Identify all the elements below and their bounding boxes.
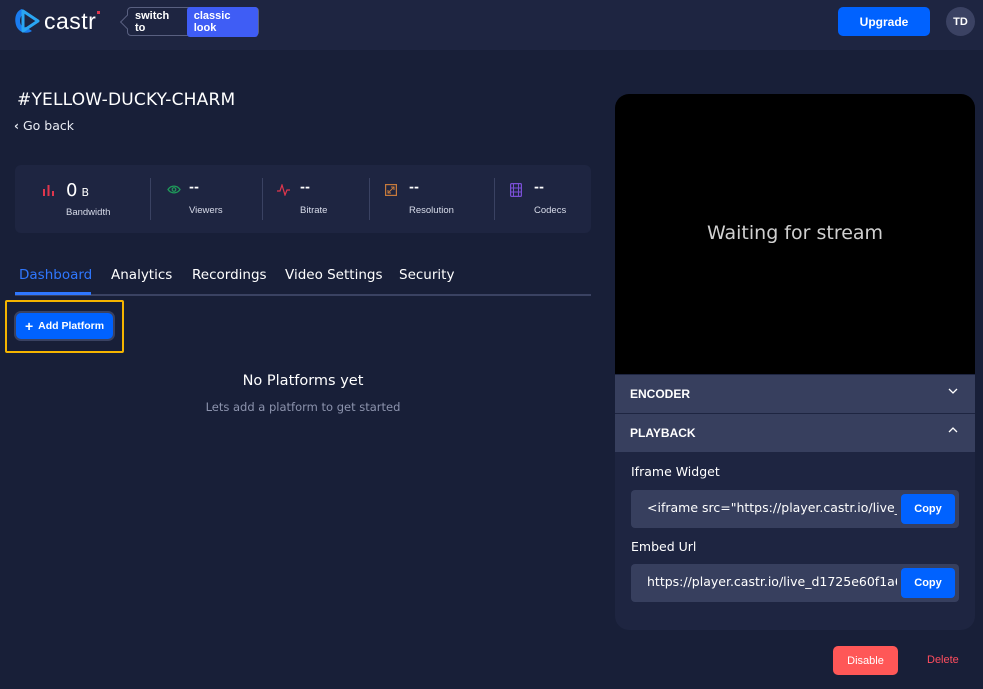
user-avatar[interactable]: TD — [946, 7, 975, 36]
resize-icon — [385, 184, 397, 196]
embed-url-label: Embed Url — [631, 539, 697, 554]
classic-look-button[interactable]: classic look — [186, 6, 258, 37]
stat-value: -- — [189, 180, 199, 194]
stream-title: #YELLOW-DUCKY-CHARM — [17, 90, 236, 110]
iframe-widget-value[interactable]: <iframe src="https://player.castr.io/liv… — [647, 500, 897, 515]
eye-icon — [167, 185, 181, 194]
go-back-label: Go back — [22, 118, 74, 133]
tab-analytics[interactable]: Analytics — [111, 267, 172, 283]
stat-value: -- — [534, 180, 544, 194]
chevron-left-icon: ‹ — [14, 118, 19, 133]
empty-state-subtitle: Lets add a platform to get started — [205, 400, 401, 414]
stat-bitrate: -- Bitrate — [263, 165, 369, 233]
add-platform-label: Add Platform — [38, 320, 105, 332]
brand-name: castr — [44, 7, 97, 34]
tab-security[interactable]: Security — [399, 267, 454, 283]
copy-iframe-button[interactable]: Copy — [901, 494, 955, 524]
stat-resolution: -- Resolution — [370, 165, 494, 233]
embed-url-value[interactable]: https://player.castr.io/live_d1725e60f1a… — [647, 574, 897, 589]
stat-value: -- — [300, 180, 310, 194]
iframe-widget-field[interactable]: <iframe src="https://player.castr.io/liv… — [631, 490, 959, 528]
stat-value: -- — [409, 180, 419, 194]
stat-viewers: -- Viewers — [151, 165, 263, 233]
active-tab-indicator — [15, 292, 91, 295]
switch-look-pill: switch to classic look — [127, 6, 259, 37]
stat-label: Codecs — [534, 205, 567, 216]
switch-label: switch to — [135, 9, 170, 34]
brand-dot — [97, 10, 101, 14]
pulse-icon — [277, 184, 290, 196]
playback-label: PLAYBACK — [630, 426, 696, 440]
encoder-label: ENCODER — [630, 387, 691, 401]
player-panel: Waiting for stream ENCODER PLAYBACK Ifra… — [615, 94, 975, 630]
go-back-link[interactable]: ‹ Go back — [14, 118, 74, 133]
stat-label: Resolution — [409, 205, 454, 216]
stat-value: 0B — [66, 180, 89, 201]
stat-label: Bitrate — [300, 205, 328, 216]
castr-logo-icon — [15, 9, 40, 33]
stream-tabs: Dashboard Analytics Recordings Video Set… — [15, 262, 591, 296]
copy-embed-button[interactable]: Copy — [901, 568, 955, 598]
chevron-down-icon — [948, 388, 958, 394]
bar-chart-icon — [43, 185, 54, 196]
tab-dashboard[interactable]: Dashboard — [19, 267, 92, 283]
video-preview[interactable]: Waiting for stream — [615, 94, 975, 374]
stat-label: Bandwidth — [66, 207, 111, 218]
castr-logo[interactable]: castr — [14, 6, 101, 36]
encoder-accordion[interactable]: ENCODER — [615, 375, 975, 413]
tab-recordings[interactable]: Recordings — [192, 267, 267, 283]
top-bar: castr switch to classic look Upgrade TD — [0, 0, 983, 50]
stat-label: Viewers — [189, 205, 223, 216]
stat-bandwidth: 0B Bandwidth — [15, 165, 150, 233]
embed-url-field[interactable]: https://player.castr.io/live_d1725e60f1a… — [631, 564, 959, 602]
empty-state-title: No Platforms yet — [242, 373, 364, 389]
playback-accordion[interactable]: PLAYBACK — [615, 414, 975, 452]
chevron-up-icon — [948, 427, 958, 433]
iframe-widget-label: Iframe Widget — [631, 464, 720, 479]
film-icon — [510, 183, 522, 197]
tab-video-settings[interactable]: Video Settings — [285, 267, 383, 283]
stat-codecs: -- Codecs — [495, 165, 591, 233]
delete-button[interactable]: Delete — [927, 654, 959, 666]
stream-stats-card: 0B Bandwidth -- Viewers -- Bitrate -- Re… — [15, 165, 591, 233]
add-platform-button[interactable]: + Add Platform — [14, 311, 115, 341]
upgrade-button[interactable]: Upgrade — [838, 7, 930, 36]
disable-button[interactable]: Disable — [833, 646, 898, 675]
plus-icon: + — [24, 318, 34, 334]
stream-status: Waiting for stream — [706, 222, 884, 244]
